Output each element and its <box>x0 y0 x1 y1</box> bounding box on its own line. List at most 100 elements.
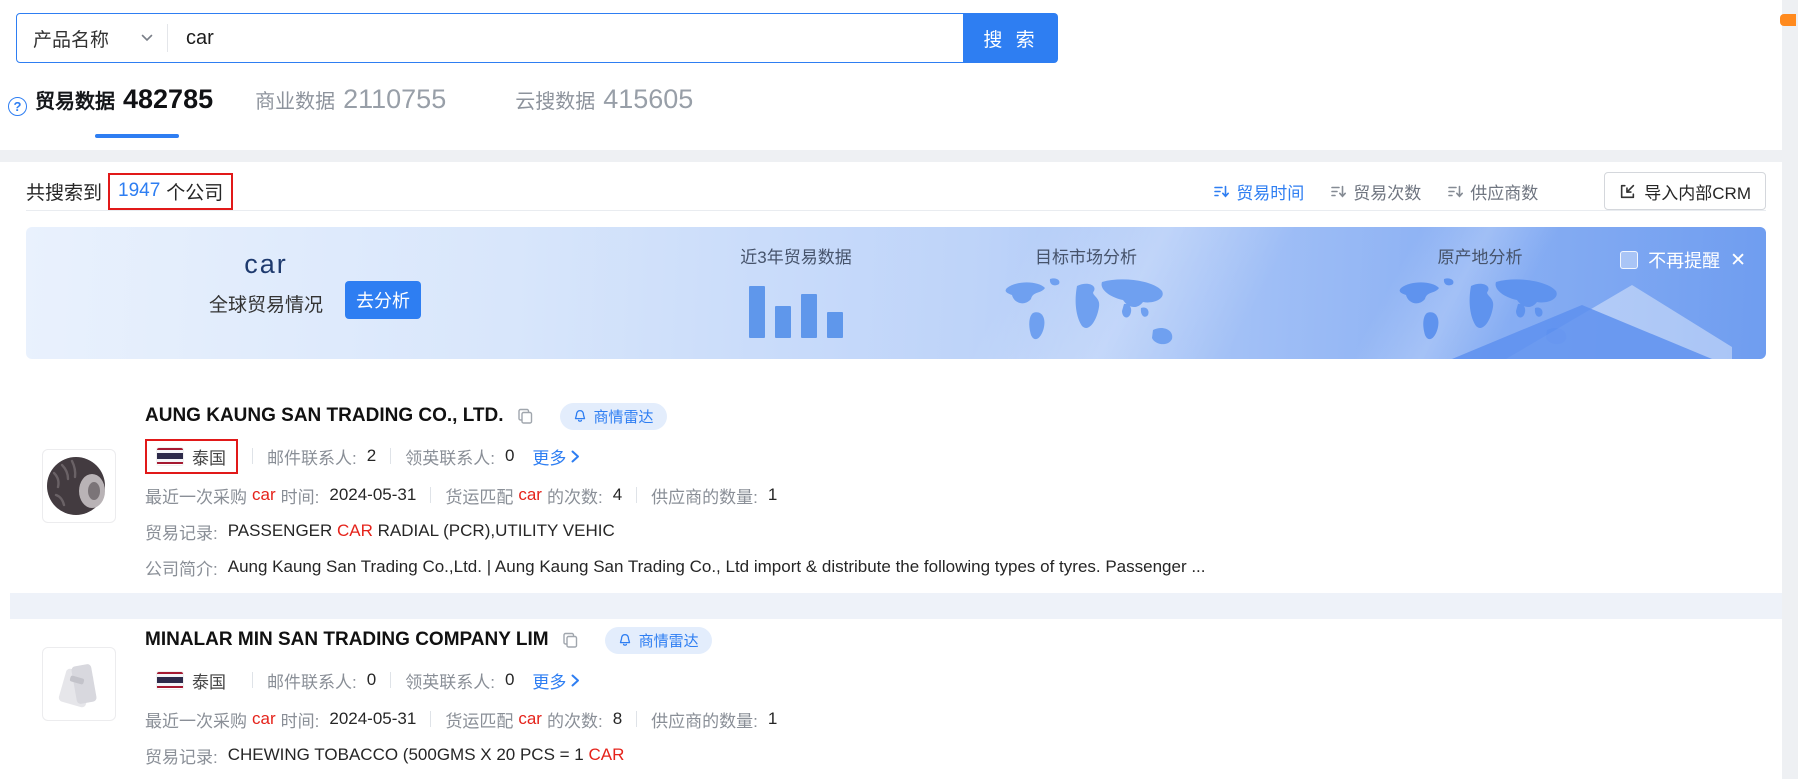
close-icon[interactable]: ✕ <box>1730 251 1746 270</box>
header-divider <box>26 210 1766 211</box>
company-stats-row: 最近一次采购 car 时间: 2024-05-31 货运匹配 car 的次数: … <box>145 483 1766 507</box>
radar-badge-label: 商情雷达 <box>639 630 699 651</box>
banner-section-market: 目标市场分析 <box>976 243 1196 359</box>
trend-mountain-graphic <box>1452 275 1732 359</box>
page-right-gutter <box>1782 0 1798 779</box>
product-image <box>46 651 112 717</box>
purchase-label-prefix: 最近一次采购 <box>145 483 247 508</box>
floating-widget <box>1780 14 1796 26</box>
meta-divider <box>252 448 253 464</box>
company-meta-row: 泰国 邮件联系人: 0 领英联系人: 0 更多 <box>145 665 1766 695</box>
tab-trade-data[interactable]: 贸易数据 482785 <box>35 84 213 115</box>
banner-section-title: 原产地分析 <box>1370 243 1590 268</box>
sort-by-trade-count[interactable]: 贸易次数 <box>1330 179 1421 204</box>
more-link[interactable]: 更多 <box>532 668 580 693</box>
trade-record-label: 贸易记录: <box>145 519 218 544</box>
active-tab-underline <box>95 134 179 138</box>
results-header-row: 共搜索到 1947 个公司 贸易时间 贸易次数 供应商数 <box>26 172 1766 210</box>
tab-count: 482785 <box>123 84 213 115</box>
tire-image <box>46 453 112 519</box>
freight-label-suffix: 的次数: <box>547 707 603 732</box>
trade-bars <box>686 276 906 338</box>
trade-record-label: 贸易记录: <box>145 743 218 768</box>
radar-bell-icon <box>618 633 632 647</box>
copy-icon[interactable] <box>516 407 534 425</box>
sort-option-label: 供应商数 <box>1470 179 1538 204</box>
tab-count: 2110755 <box>343 84 446 115</box>
banner-dismiss-group: 不再提醒 ✕ <box>1620 247 1746 273</box>
entry-separator-band <box>10 593 1782 619</box>
intro-label: 公司简介: <box>145 555 218 580</box>
import-crm-button[interactable]: 导入内部CRM <box>1604 172 1766 210</box>
banner-keyword: car <box>201 249 331 280</box>
company-entry: MINALAR MIN SAN TRADING COMPANY LIM 商情雷达… <box>10 627 1766 767</box>
results-suffix: 个公司 <box>166 178 223 205</box>
annotation-box-country: 泰国 <box>145 439 238 474</box>
results-count: 1947 <box>118 180 160 202</box>
tab-cloud-search-data[interactable]: 云搜数据 415605 <box>515 84 693 115</box>
freight-label-suffix: 的次数: <box>547 483 603 508</box>
company-name[interactable]: MINALAR MIN SAN TRADING COMPANY LIM <box>145 629 549 651</box>
freight-label-prefix: 货运匹配 <box>445 707 513 732</box>
purchase-label-suffix: 时间: <box>281 483 320 508</box>
analyze-button[interactable]: 去分析 <box>345 281 421 319</box>
dismiss-checkbox[interactable] <box>1620 251 1638 269</box>
trade-record-text: CHEWING TOBACCO (500GMS X 20 PCS = 1 CAR <box>228 745 625 765</box>
company-title-row: AUNG KAUNG SAN TRADING CO., LTD. 商情雷达 <box>145 403 1766 429</box>
purchase-label-prefix: 最近一次采购 <box>145 707 247 732</box>
banner-keyword-block: car 全球贸易情况 <box>201 249 331 317</box>
trade-record-row: 贸易记录: CHEWING TOBACCO (500GMS X 20 PCS =… <box>145 743 1766 767</box>
search-category-select[interactable]: 产品名称 <box>17 25 167 52</box>
keyword-highlight: CAR <box>588 745 624 764</box>
meta-divider <box>636 711 637 727</box>
dismiss-label[interactable]: 不再提醒 <box>1648 247 1720 273</box>
top-header: 产品名称 搜 索 ? 贸易数据 482785 商业数据 2110755 云搜数据… <box>0 0 1782 150</box>
email-contacts-label: 邮件联系人: <box>267 668 357 693</box>
linkedin-contacts-value: 0 <box>505 446 514 466</box>
meta-divider <box>430 487 431 503</box>
import-crm-label: 导入内部CRM <box>1644 179 1751 204</box>
sort-by-supplier-count[interactable]: 供应商数 <box>1447 179 1538 204</box>
sort-descending-icon <box>1447 184 1464 199</box>
sort-by-trade-time[interactable]: 贸易时间 <box>1213 179 1304 204</box>
business-radar-badge[interactable]: 商情雷达 <box>605 627 712 654</box>
copy-icon[interactable] <box>561 631 579 649</box>
banner-section-title: 目标市场分析 <box>976 243 1196 268</box>
more-link[interactable]: 更多 <box>532 444 580 469</box>
sort-option-label: 贸易次数 <box>1353 179 1421 204</box>
supplier-count-value: 1 <box>768 485 777 505</box>
annotation-box-result-count: 1947 个公司 <box>108 173 233 210</box>
meta-divider <box>390 448 391 464</box>
search-input[interactable] <box>168 15 963 61</box>
world-map-illustration <box>993 274 1179 356</box>
company-entry: AUNG KAUNG SAN TRADING CO., LTD. 商情雷达 泰国… <box>10 403 1766 579</box>
product-thumbnail-tire[interactable] <box>42 449 116 523</box>
product-thumbnail[interactable] <box>42 647 116 721</box>
tab-label: 贸易数据 <box>35 85 115 114</box>
country-label: 泰国 <box>192 444 226 469</box>
trade-data-search-page: 产品名称 搜 索 ? 贸易数据 482785 商业数据 2110755 云搜数据… <box>0 0 1798 779</box>
country-label: 泰国 <box>192 668 226 693</box>
tab-business-data[interactable]: 商业数据 2110755 <box>255 84 446 115</box>
linkedin-contacts-value: 0 <box>505 670 514 690</box>
business-radar-badge[interactable]: 商情雷达 <box>560 403 667 430</box>
banner-section-trade: 近3年贸易数据 <box>686 243 906 338</box>
supplier-label: 供应商的数量: <box>651 483 758 508</box>
sort-option-label: 贸易时间 <box>1236 179 1304 204</box>
freight-label-prefix: 货运匹配 <box>445 483 513 508</box>
results-summary: 共搜索到 1947 个公司 <box>26 173 233 210</box>
thailand-flag-icon <box>157 672 183 689</box>
tab-count: 415605 <box>603 84 693 115</box>
results-card: 共搜索到 1947 个公司 贸易时间 贸易次数 供应商数 <box>10 162 1782 779</box>
meta-divider <box>252 672 253 688</box>
section-separator-band <box>0 150 1798 162</box>
company-stats-row: 最近一次采购 car 时间: 2024-05-31 货运匹配 car 的次数: … <box>145 707 1766 731</box>
company-name[interactable]: AUNG KAUNG SAN TRADING CO., LTD. <box>145 405 504 427</box>
help-icon[interactable]: ? <box>8 97 27 116</box>
keyword-highlight: car <box>247 709 281 729</box>
more-label: 更多 <box>532 444 566 469</box>
search-button[interactable]: 搜 索 <box>964 13 1058 63</box>
email-contacts-label: 邮件联系人: <box>267 444 357 469</box>
sort-bar: 贸易时间 贸易次数 供应商数 导入内部CRM <box>1213 172 1766 210</box>
country-group: 泰国 <box>145 663 238 698</box>
